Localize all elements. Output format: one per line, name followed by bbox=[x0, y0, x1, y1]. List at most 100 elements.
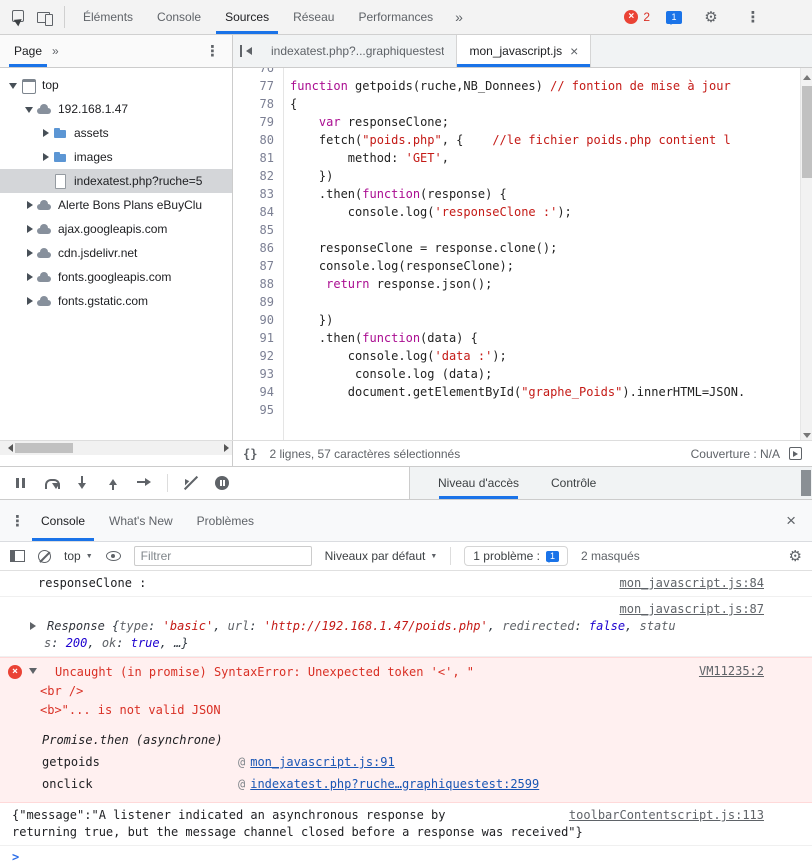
line-number[interactable]: 81 bbox=[233, 149, 283, 167]
issues-badge[interactable]: 1 bbox=[666, 11, 682, 24]
log-levels-selector[interactable]: Niveaux par défaut ▼ bbox=[325, 549, 438, 563]
source-link[interactable]: toolbarContentscript.js:113 bbox=[569, 807, 764, 824]
live-expression-icon[interactable] bbox=[106, 551, 121, 561]
editor-vscrollbar[interactable] bbox=[800, 68, 812, 440]
scrollbar-thumb[interactable] bbox=[801, 470, 811, 496]
file-tab-mon-javascript-js[interactable]: mon_javascript.js× bbox=[457, 35, 591, 67]
scope-tab-niveau-d-acces[interactable]: Niveau d'accès bbox=[436, 467, 521, 499]
scroll-down-button[interactable] bbox=[801, 428, 812, 440]
source-link[interactable]: mon_javascript.js:87 bbox=[620, 601, 765, 618]
caret-right-icon[interactable] bbox=[22, 294, 36, 308]
drawer-tab-problemes[interactable]: Problèmes bbox=[185, 500, 266, 541]
step-into-icon[interactable] bbox=[74, 475, 90, 491]
close-tab-icon[interactable]: × bbox=[570, 44, 578, 58]
source-link[interactable]: VM11235:2 bbox=[699, 663, 764, 680]
device-toolbar-button[interactable] bbox=[32, 4, 58, 30]
drawer-tab-what-s-new[interactable]: What's New bbox=[97, 500, 185, 541]
deactivate-breakpoints-icon[interactable] bbox=[183, 475, 199, 491]
line-number[interactable]: 90 bbox=[233, 311, 283, 329]
file-tab-indexatest-php-graphiquestest[interactable]: indexatest.php?...graphiquestest bbox=[259, 35, 457, 67]
line-number[interactable]: 88 bbox=[233, 275, 283, 293]
caret-right-icon[interactable] bbox=[38, 126, 52, 140]
error-count-badge[interactable]: × 2 bbox=[624, 10, 650, 24]
pretty-print-icon[interactable]: {} bbox=[243, 447, 257, 461]
tree-item-fonts-googleapis-com[interactable]: fonts.googleapis.com bbox=[0, 265, 232, 289]
console-settings-icon[interactable]: ⚙ bbox=[789, 547, 802, 565]
tree-item-fonts-gstatic-com[interactable]: fonts.gstatic.com bbox=[0, 289, 232, 313]
tree-item-192-168-1-47[interactable]: 192.168.1.47 bbox=[0, 97, 232, 121]
editor-pane[interactable]: 7677function getpoids(ruche,NB_Donnees) … bbox=[233, 68, 812, 440]
console-sidebar-icon[interactable] bbox=[10, 550, 25, 562]
clear-console-icon[interactable] bbox=[38, 550, 51, 563]
caret-right-icon[interactable] bbox=[22, 198, 36, 212]
tree-item-indexatest-php-ruche-5[interactable]: indexatest.php?ruche=5 bbox=[0, 169, 232, 193]
tab-console[interactable]: Console bbox=[145, 0, 213, 34]
line-number[interactable]: 79 bbox=[233, 113, 283, 131]
navigator-hscrollbar[interactable] bbox=[0, 441, 232, 455]
drawer-menu-icon[interactable]: ⋮ bbox=[10, 512, 25, 530]
caret-down-icon[interactable] bbox=[29, 668, 37, 678]
drawer-tab-console[interactable]: Console bbox=[29, 500, 97, 541]
console-prompt[interactable]: > bbox=[0, 847, 812, 867]
tab-performances[interactable]: Performances bbox=[346, 0, 445, 34]
line-number[interactable]: 94 bbox=[233, 383, 283, 401]
step-out-icon[interactable] bbox=[105, 475, 121, 491]
line-number[interactable]: 80 bbox=[233, 131, 283, 149]
coverage-icon[interactable] bbox=[789, 447, 802, 460]
line-number[interactable]: 85 bbox=[233, 221, 283, 239]
tree-item-ajax-googleapis-com[interactable]: ajax.googleapis.com bbox=[0, 217, 232, 241]
tree-item-images[interactable]: images bbox=[0, 145, 232, 169]
navigator-tab-page[interactable]: Page bbox=[6, 35, 50, 67]
scope-tab-controle[interactable]: Contrôle bbox=[549, 467, 598, 499]
tree-item-cdn-jsdelivr-net[interactable]: cdn.jsdelivr.net bbox=[0, 241, 232, 265]
scroll-up-button[interactable] bbox=[801, 68, 812, 80]
caret-right-icon[interactable] bbox=[22, 246, 36, 260]
line-number[interactable]: 82 bbox=[233, 167, 283, 185]
line-number[interactable]: 95 bbox=[233, 401, 283, 419]
line-number[interactable]: 78 bbox=[233, 95, 283, 113]
line-number[interactable]: 76 bbox=[233, 68, 283, 77]
pause-on-exceptions-icon[interactable] bbox=[214, 475, 230, 491]
source-link[interactable]: mon_javascript.js:91 bbox=[250, 755, 395, 769]
tree-item-top[interactable]: top bbox=[0, 73, 232, 97]
line-number[interactable]: 92 bbox=[233, 347, 283, 365]
pause-script-icon[interactable] bbox=[12, 475, 28, 491]
line-number[interactable]: 77 bbox=[233, 77, 283, 95]
line-number[interactable]: 83 bbox=[233, 185, 283, 203]
line-number[interactable]: 93 bbox=[233, 365, 283, 383]
source-link[interactable]: mon_javascript.js:84 bbox=[620, 575, 765, 592]
scroll-left-button[interactable] bbox=[0, 441, 14, 455]
main-menu-button[interactable]: ⋮ bbox=[740, 4, 766, 30]
filter-input[interactable] bbox=[134, 546, 312, 566]
scrollbar-thumb[interactable] bbox=[802, 86, 812, 178]
caret-right-icon[interactable] bbox=[30, 622, 40, 630]
caret-right-icon[interactable] bbox=[38, 150, 52, 164]
line-number[interactable]: 84 bbox=[233, 203, 283, 221]
source-link[interactable]: indexatest.php?ruche…graphiquestest:2599 bbox=[250, 777, 539, 791]
tree-item-assets[interactable]: assets bbox=[0, 121, 232, 145]
settings-button[interactable]: ⚙ bbox=[698, 4, 724, 30]
line-number[interactable]: 91 bbox=[233, 329, 283, 347]
step-over-icon[interactable] bbox=[43, 475, 59, 491]
close-drawer-icon[interactable]: × bbox=[786, 511, 812, 531]
context-selector[interactable]: top ▼ bbox=[64, 549, 93, 563]
caret-right-icon[interactable] bbox=[22, 270, 36, 284]
navigator-toggle-button[interactable] bbox=[233, 35, 259, 67]
tab-sources[interactable]: Sources bbox=[213, 0, 281, 34]
scrollbar-thumb[interactable] bbox=[15, 443, 73, 453]
more-navigator-tabs-icon[interactable]: » bbox=[52, 44, 59, 58]
caret-down-icon[interactable] bbox=[22, 102, 36, 116]
line-number[interactable]: 87 bbox=[233, 257, 283, 275]
line-number[interactable]: 89 bbox=[233, 293, 283, 311]
tab-elements[interactable]: Éléments bbox=[71, 0, 145, 34]
problems-button[interactable]: 1 problème : 1 bbox=[464, 546, 568, 566]
tab-reseau[interactable]: Réseau bbox=[281, 0, 346, 34]
scroll-right-button[interactable] bbox=[218, 441, 232, 455]
tree-item-alerte-bons-plans-ebuyclu[interactable]: Alerte Bons Plans eBuyClu bbox=[0, 193, 232, 217]
line-number[interactable]: 86 bbox=[233, 239, 283, 257]
navigator-menu-icon[interactable]: ⋮ bbox=[205, 42, 220, 60]
caret-down-icon[interactable] bbox=[6, 78, 20, 92]
inspect-element-button[interactable] bbox=[6, 4, 32, 30]
more-panels-icon[interactable]: » bbox=[455, 9, 463, 25]
step-icon[interactable] bbox=[136, 475, 152, 491]
